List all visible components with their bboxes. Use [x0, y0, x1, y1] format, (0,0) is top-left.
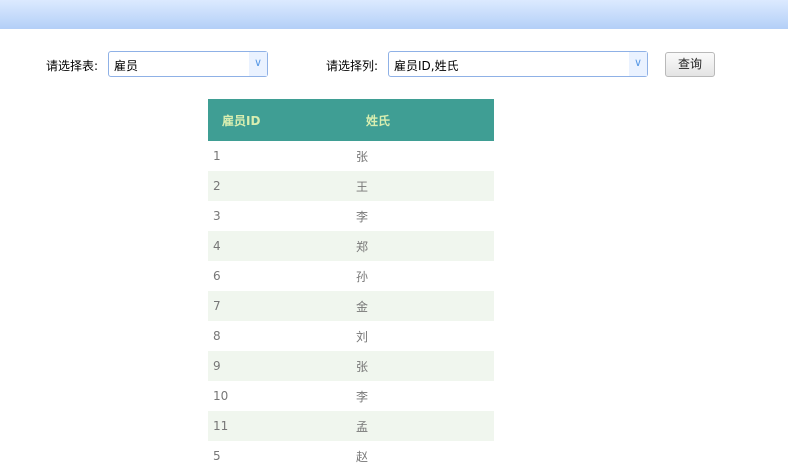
chevron-down-icon[interactable]: ∨ [249, 52, 267, 76]
cell-last-name: 郑 [356, 231, 494, 261]
column-select[interactable]: 雇员ID,姓氏 ∨ [388, 51, 648, 77]
cell-last-name: 赵 [356, 449, 369, 464]
table-row: 1张 [208, 141, 494, 171]
results-table: 雇员ID 姓氏 1 张 2 王 3 李 4 郑 6 孙 7 金 8 刘 9 张 10 李 11 孟 5 赵 [208, 99, 494, 471]
table-select-label: 请选择表: [46, 59, 99, 73]
table-header: 雇员ID 姓氏 [208, 99, 494, 141]
table-row: 5赵 [208, 441, 494, 471]
cell-last-name: 张 [356, 149, 369, 164]
cell-employee-id: 8 [213, 329, 221, 343]
cell-employee-id: 7 [208, 291, 356, 321]
cell-last-name: 刘 [356, 329, 369, 344]
cell-employee-id: 11 [208, 411, 356, 441]
table-row: 9张 [208, 351, 494, 381]
cell-last-name: 李 [356, 389, 369, 404]
top-banner [0, 0, 788, 29]
table-row: 11 孟 [208, 411, 494, 441]
cell-last-name: 孙 [356, 269, 369, 284]
table-row: 3李 [208, 201, 494, 231]
column-select-label: 请选择列: [326, 59, 379, 73]
cell-employee-id: 6 [213, 269, 221, 283]
table-row: 4郑 [208, 231, 494, 261]
cell-employee-id: 3 [213, 209, 221, 223]
chevron-down-icon[interactable]: ∨ [629, 52, 647, 76]
column-select-value: 雇员ID,姓氏 [394, 59, 459, 73]
header-last-name: 姓氏 [356, 99, 494, 141]
cell-last-name: 金 [356, 291, 494, 321]
cell-employee-id: 2 [208, 171, 356, 201]
query-button[interactable]: 查询 [665, 52, 715, 77]
table-row: 10 李 [208, 381, 494, 411]
cell-employee-id: 9 [208, 351, 356, 381]
table-row: 2王 [208, 171, 494, 201]
table-row: 8刘 [208, 321, 494, 351]
cell-employee-id: 4 [208, 231, 356, 261]
table-row: 6孙 [208, 261, 494, 291]
cell-employee-id: 1 [213, 149, 221, 163]
cell-employee-id: 5 [213, 449, 221, 463]
cell-last-name: 李 [356, 209, 369, 224]
cell-last-name: 张 [356, 351, 494, 381]
cell-employee-id: 10 [213, 389, 229, 403]
cell-last-name: 孟 [356, 411, 494, 441]
table-select[interactable]: 雇员 ∨ [108, 51, 268, 77]
table-row: 7金 [208, 291, 494, 321]
cell-last-name: 王 [356, 171, 494, 201]
table-select-value: 雇员 [114, 59, 139, 73]
header-employee-id: 雇员ID [208, 99, 356, 141]
